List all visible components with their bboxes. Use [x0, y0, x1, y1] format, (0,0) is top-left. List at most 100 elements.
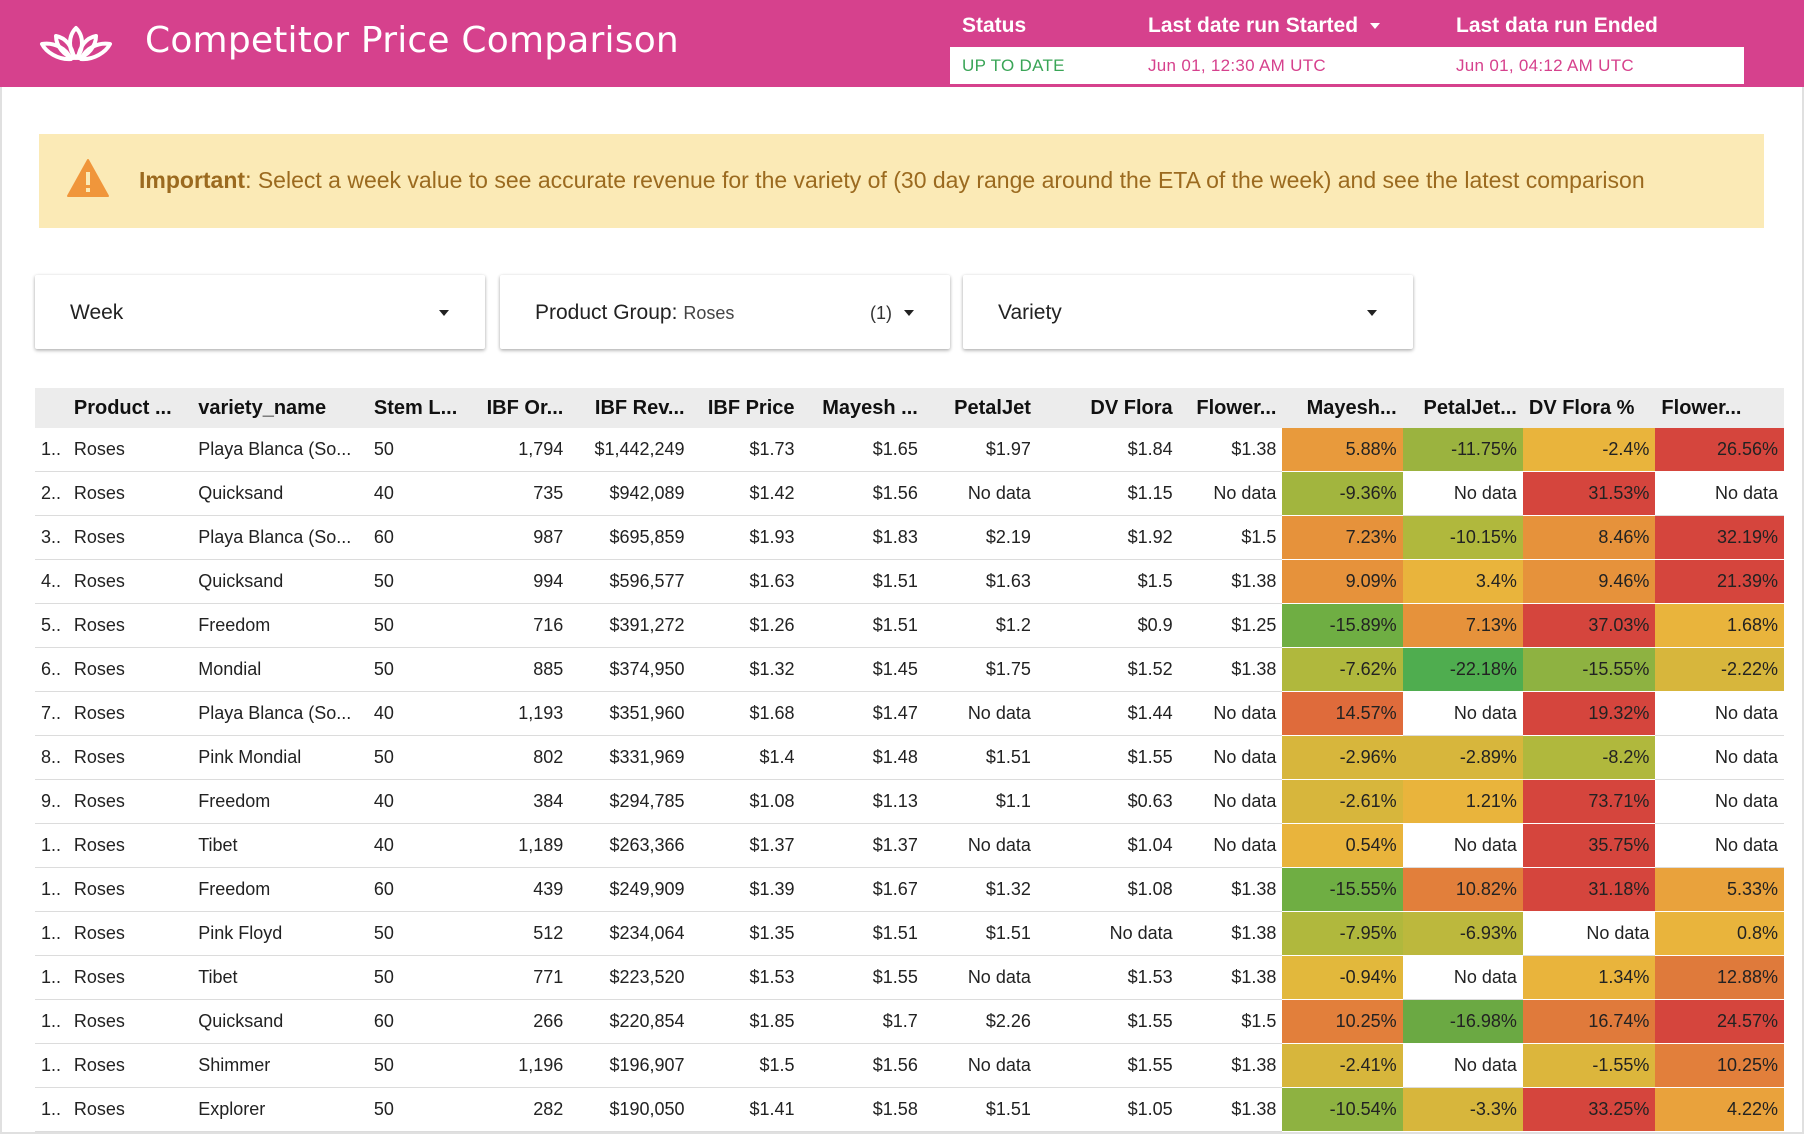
cell-row-index: 3..	[35, 515, 68, 560]
started-header-label: Last date run Started	[1148, 14, 1359, 37]
column-header-flower-pct[interactable]: Flower...	[1655, 388, 1784, 428]
cell-product-group: Roses	[67, 691, 193, 736]
cell-stem-length: 40	[367, 691, 480, 736]
chevron-down-icon	[904, 310, 914, 316]
cell-row-index: 1..	[35, 823, 68, 868]
cell-mayesh-price: $1.58	[800, 1087, 924, 1132]
cell-mayesh-pct: 9.09%	[1282, 559, 1403, 604]
cell-ibf-price: $1.53	[690, 955, 801, 1000]
column-header-dvflora-pct[interactable]: DV Flora %	[1522, 388, 1656, 428]
cell-dvflora-pct: 31.18%	[1522, 867, 1656, 912]
column-header-ibf-orders[interactable]: IBF Or...	[479, 388, 570, 428]
table-row[interactable]: 1.. Roses Quicksand 60 266 $220,854 $1.85 $1.7 $…	[35, 999, 1784, 1044]
table-row[interactable]: 1.. Roses Shimmer 50 1,196 $196,907 $1.5 $1.56 N…	[35, 1043, 1784, 1088]
cell-ibf-revenue: $1,442,249	[569, 428, 691, 472]
cell-flower-price: $1.38	[1178, 911, 1283, 956]
cell-ibf-revenue: $249,909	[569, 867, 691, 912]
cell-flower-price: $1.5	[1178, 515, 1283, 560]
column-header-ibf-price[interactable]: IBF Price	[690, 388, 801, 428]
cell-ibf-orders: 266	[479, 999, 570, 1044]
table-row[interactable]: 6.. Roses Mondial 50 885 $374,950 $1.32 $1.45 $1…	[35, 647, 1784, 692]
cell-product-group: Roses	[67, 823, 193, 868]
cell-variety-name: Pink Floyd	[192, 911, 368, 956]
cell-mayesh-price: $1.56	[800, 471, 924, 516]
cell-mayesh-price: $1.7	[800, 999, 924, 1044]
cell-petaljet-price: $1.51	[923, 1087, 1037, 1132]
cell-product-group: Roses	[67, 559, 193, 604]
table-row[interactable]: 7.. Roses Playa Blanca (So... 40 1,193 $351,9…	[35, 691, 1784, 736]
cell-variety-name: Pink Mondial	[192, 735, 368, 780]
cell-mayesh-pct: -2.41%	[1282, 1043, 1403, 1088]
cell-flower-price: $1.5	[1178, 999, 1283, 1044]
cell-ibf-price: $1.5	[690, 1043, 801, 1088]
cell-flower-pct: No data	[1655, 735, 1784, 780]
cell-petaljet-price: $2.19	[923, 515, 1037, 560]
product-group-value: Roses	[683, 303, 735, 323]
column-header-stem-length[interactable]: Stem L...	[367, 388, 480, 428]
variety-filter[interactable]: Variety	[963, 275, 1413, 349]
column-header-ibf-revenue[interactable]: IBF Rev...	[569, 388, 691, 428]
cell-stem-length: 50	[367, 955, 480, 1000]
table-row[interactable]: 3.. Roses Playa Blanca (So... 60 987 $695,859…	[35, 515, 1784, 560]
table-row[interactable]: 1.. Roses Tibet 50 771 $223,520 $1.53 $1.55 No d…	[35, 955, 1784, 1000]
cell-mayesh-pct: -10.54%	[1282, 1087, 1403, 1132]
week-filter[interactable]: Week	[35, 275, 485, 349]
table-row[interactable]: 1.. Roses Playa Blanca (So... 50 1,794 $1,442…	[35, 428, 1784, 472]
cell-ibf-price: $1.4	[690, 735, 801, 780]
cell-variety-name: Shimmer	[192, 1043, 368, 1088]
status-value: UP TO DATE	[962, 56, 1065, 75]
table-row[interactable]: 4.. Roses Quicksand 50 994 $596,577 $1.63 $1.51…	[35, 559, 1784, 604]
cell-dvflora-pct: 37.03%	[1522, 603, 1656, 648]
cell-row-index: 2..	[35, 471, 68, 516]
cell-ibf-revenue: $196,907	[569, 1043, 691, 1088]
cell-mayesh-price: $1.83	[800, 515, 924, 560]
column-header-dvflora-price[interactable]: DV Flora	[1036, 388, 1179, 428]
cell-dvflora-pct: 16.74%	[1522, 999, 1656, 1044]
table-row[interactable]: 1.. Roses Tibet 40 1,189 $263,366 $1.37 $1.37 No…	[35, 823, 1784, 868]
table-row[interactable]: 8.. Roses Pink Mondial 50 802 $331,969 $1.4 $1.…	[35, 735, 1784, 780]
cell-ibf-price: $1.08	[690, 779, 801, 824]
table-row[interactable]: 5.. Roses Freedom 50 716 $391,272 $1.26 $1.51 $1…	[35, 603, 1784, 648]
cell-flower-pct: 5.33%	[1655, 867, 1784, 912]
cell-row-index: 7..	[35, 691, 68, 736]
cell-dvflora-pct: 19.32%	[1522, 691, 1656, 736]
cell-dvflora-price: No data	[1036, 911, 1179, 956]
cell-dvflora-pct: 1.34%	[1522, 955, 1656, 1000]
column-header-flower-price[interactable]: Flower...	[1178, 388, 1283, 428]
cell-flower-pct: 10.25%	[1655, 1043, 1784, 1088]
table-row[interactable]: 1.. Roses Explorer 50 282 $190,050 $1.41 $1.58 $…	[35, 1087, 1784, 1132]
cell-row-index: 5..	[35, 603, 68, 648]
cell-stem-length: 50	[367, 647, 480, 692]
table-row[interactable]: 9.. Roses Freedom 40 384 $294,785 $1.08 $1.13 $1…	[35, 779, 1784, 824]
cell-dvflora-pct: -8.2%	[1522, 735, 1656, 780]
column-header-mayesh-price[interactable]: Mayesh ...	[800, 388, 924, 428]
cell-flower-pct: No data	[1655, 823, 1784, 868]
table-row[interactable]: 1.. Roses Freedom 60 439 $249,909 $1.39 $1.67 $1…	[35, 867, 1784, 912]
cell-product-group: Roses	[67, 735, 193, 780]
cell-flower-pct: -2.22%	[1655, 647, 1784, 692]
cell-stem-length: 50	[367, 735, 480, 780]
product-group-filter[interactable]: Product Group: Roses (1)	[500, 275, 950, 349]
column-header-petaljet-pct[interactable]: PetalJet...	[1402, 388, 1523, 428]
cell-petaljet-pct: 1.21%	[1402, 779, 1523, 824]
cell-mayesh-pct: -2.61%	[1282, 779, 1403, 824]
table-row[interactable]: 1.. Roses Pink Floyd 50 512 $234,064 $1.35 $1.5…	[35, 911, 1784, 956]
cell-petaljet-pct: -16.98%	[1402, 999, 1523, 1044]
column-header-row-index[interactable]	[35, 388, 68, 428]
column-header-product-group[interactable]: Product ...	[67, 388, 193, 428]
cell-petaljet-pct: -6.93%	[1402, 911, 1523, 956]
column-header-petaljet-price[interactable]: PetalJet	[923, 388, 1037, 428]
column-header-mayesh-pct[interactable]: Mayesh...	[1282, 388, 1403, 428]
cell-row-index: 1..	[35, 955, 68, 1000]
column-header-variety-name[interactable]: variety_name	[192, 388, 368, 428]
cell-mayesh-price: $1.55	[800, 955, 924, 1000]
cell-mayesh-pct: 10.25%	[1282, 999, 1403, 1044]
cell-mayesh-pct: -7.62%	[1282, 647, 1403, 692]
cell-ibf-price: $1.63	[690, 559, 801, 604]
cell-row-index: 1..	[35, 1087, 68, 1132]
started-header[interactable]: Last date run Started	[1148, 14, 1381, 38]
table-row[interactable]: 2.. Roses Quicksand 40 735 $942,089 $1.42 $1.56…	[35, 471, 1784, 516]
cell-dvflora-pct: 31.53%	[1522, 471, 1656, 516]
comparison-table: Product ... variety_name Stem L... IBF Or..…	[35, 388, 1784, 1132]
cell-ibf-revenue: $220,854	[569, 999, 691, 1044]
